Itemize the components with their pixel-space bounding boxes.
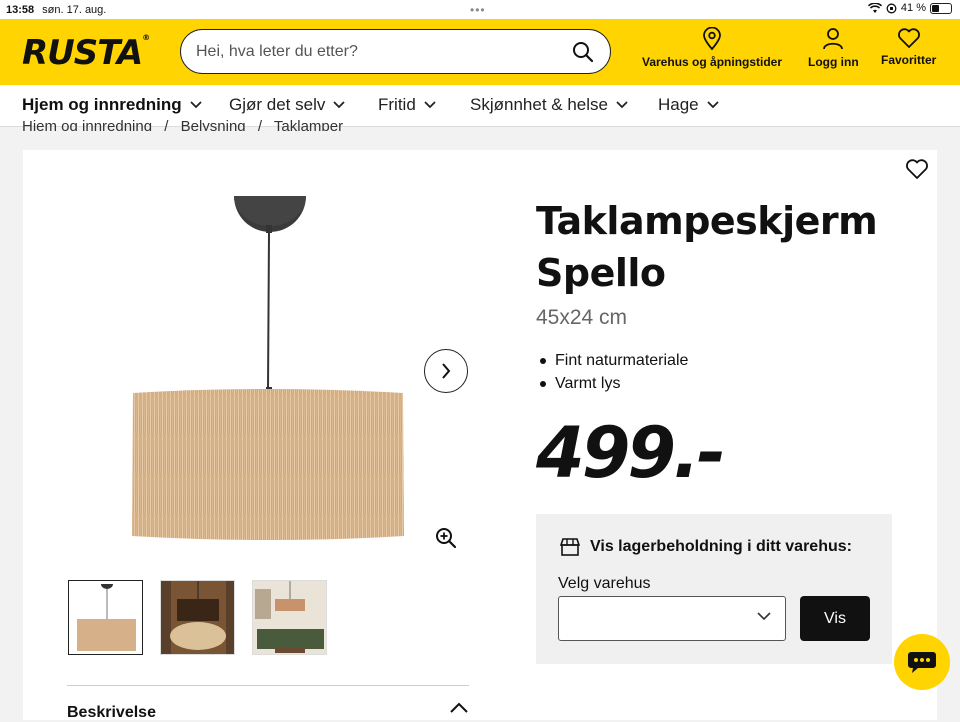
search-bar[interactable] [180, 29, 611, 74]
chat-button[interactable] [894, 634, 950, 690]
battery-icon [930, 2, 952, 14]
thumbnail-lamp-image [69, 581, 142, 654]
chat-bubble-icon [908, 652, 936, 673]
product-card: Beskrivelse Taklampeskjerm Spello 45x24 … [23, 150, 937, 721]
product-features: Fint naturmateriale Varmt lys [536, 349, 688, 395]
description-label: Beskrivelse [67, 704, 156, 721]
chevron-down-icon [189, 101, 202, 109]
chevron-up-icon[interactable] [449, 702, 469, 714]
favorites-label: Favoritter [881, 53, 937, 67]
status-bar: 13:58 søn. 17. aug. ••• 41 % [0, 0, 960, 19]
battery-percent: 41 % [900, 2, 926, 14]
location-pin-icon [703, 27, 721, 51]
product-size: 45x24 cm [536, 306, 628, 329]
breadcrumb-separator: / [164, 118, 169, 131]
orientation-lock-icon [886, 3, 897, 13]
store-icon [560, 538, 580, 556]
breadcrumb-link[interactable]: Belysning [181, 118, 246, 131]
site-header: RUSTA® Varehus og åpningstider Logg inn … [0, 19, 960, 85]
product-main-image [132, 196, 404, 540]
add-to-favorites-heart-icon[interactable] [905, 158, 929, 180]
breadcrumb-separator: / [257, 118, 262, 131]
thumbnail-1[interactable] [68, 580, 143, 655]
thumbnail-lit-lamp-image [161, 581, 234, 654]
thumbnail-3[interactable] [252, 580, 327, 655]
product-title-line-2: Spello [536, 251, 666, 295]
breadcrumb-link[interactable]: Hjem og innredning [22, 118, 152, 131]
search-icon[interactable] [572, 41, 594, 63]
status-time: 13:58 [6, 3, 35, 16]
chevron-right-icon [442, 363, 451, 379]
nav-label: Hjem og innredning [22, 95, 182, 114]
nav-label: Fritid [378, 95, 416, 114]
multitask-dots-icon[interactable]: ••• [470, 3, 486, 17]
breadcrumb: Hjem og innredning / Belysning / Taklamp… [22, 118, 351, 131]
status-right: 41 % [867, 2, 952, 14]
favorites-button[interactable]: Favoritter [881, 27, 936, 67]
stock-check-panel: Vis lagerbeholdning i ditt varehus: Velg… [536, 514, 892, 664]
thumbnail-2[interactable] [160, 580, 235, 655]
store-select-label: Velg varehus [558, 575, 651, 592]
next-image-button[interactable] [424, 349, 468, 393]
nav-item-hjem-og-innredning[interactable]: Hjem og innredning [22, 95, 202, 115]
nav-item-hage[interactable]: Hage [658, 95, 719, 115]
stores-button[interactable]: Varehus og åpningstider [642, 27, 782, 69]
status-date: søn. 17. aug. [42, 3, 107, 16]
product-title: Taklampeskjerm Spello [536, 195, 916, 299]
nav-label: Hage [658, 95, 699, 114]
chevron-down-icon [616, 101, 628, 109]
search-input[interactable] [196, 40, 556, 64]
nav-item-fritid[interactable]: Fritid [378, 95, 436, 115]
breadcrumb-link[interactable]: Taklamper [274, 118, 343, 131]
rusta-logo[interactable]: RUSTA® [22, 33, 150, 73]
thumbnail-living-room-image [253, 581, 326, 654]
chevron-down-icon [757, 612, 771, 621]
user-icon [823, 28, 844, 50]
nav-label: Skjønnhet & helse [470, 95, 608, 114]
wifi-icon [867, 2, 882, 13]
stores-label: Varehus og åpningstider [642, 55, 783, 69]
chevron-down-icon [707, 101, 719, 109]
nav-label: Gjør det selv [229, 95, 326, 114]
description-accordion[interactable]: Beskrivelse [67, 685, 469, 721]
nav-item-gjor-det-selv[interactable]: Gjør det selv [229, 95, 345, 115]
zoom-in-icon[interactable] [435, 527, 457, 549]
product-title-line-1: Taklampeskjerm [536, 199, 878, 243]
stock-heading: Vis lagerbeholdning i ditt varehus: [560, 538, 852, 556]
feature-item: Fint naturmateriale [536, 349, 688, 372]
chevron-down-icon [333, 101, 345, 109]
login-button[interactable]: Logg inn [808, 27, 859, 69]
chevron-down-icon [424, 101, 436, 109]
login-label: Logg inn [808, 55, 859, 69]
store-select[interactable] [558, 596, 786, 641]
product-price: 499.- [536, 412, 726, 494]
feature-item: Varmt lys [536, 372, 688, 395]
heart-icon [897, 28, 920, 48]
stock-heading-text: Vis lagerbeholdning i ditt varehus: [590, 538, 852, 555]
show-stock-button[interactable]: Vis [800, 596, 870, 641]
nav-item-skjonnhet-helse[interactable]: Skjønnhet & helse [470, 95, 628, 115]
